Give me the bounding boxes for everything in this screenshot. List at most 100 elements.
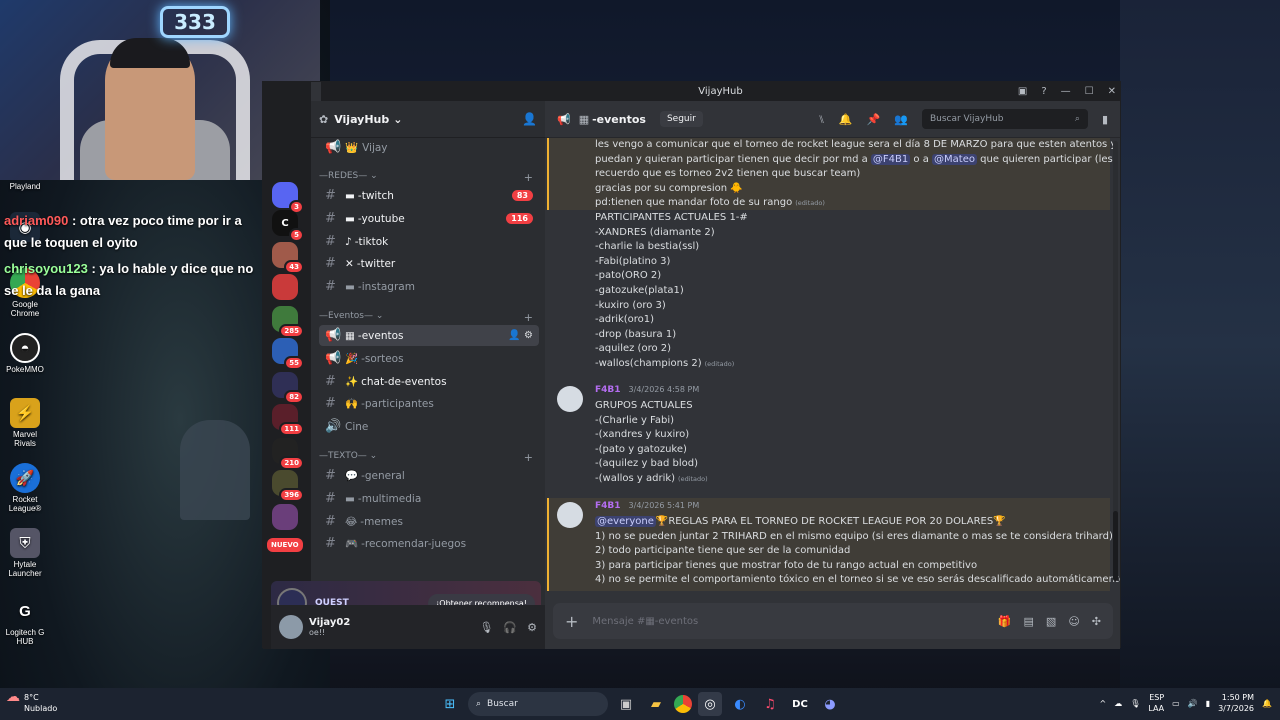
app-icon[interactable]: DC <box>788 692 812 716</box>
server-icon[interactable]: 3 <box>272 182 304 214</box>
channel-multimedia[interactable]: # ▬ -multimedia <box>319 488 539 509</box>
channel-settings-icon[interactable]: 👤 ⚙ <box>508 330 533 341</box>
server-icon[interactable]: 43 <box>272 242 304 274</box>
microphone-icon[interactable]: 🎙 <box>479 621 493 634</box>
everyone-mention[interactable]: @everyone <box>595 516 656 527</box>
server-icon[interactable]: C5 <box>272 210 304 242</box>
gif-icon[interactable]: ▤ <box>1024 615 1034 628</box>
battery-icon[interactable]: ▮ <box>1206 699 1210 708</box>
sticker-icon[interactable]: ▧ <box>1046 615 1056 628</box>
desktop-icon-marvel-rivals[interactable]: ⚡ Marvel Rivals <box>2 398 48 448</box>
server-header[interactable]: ✿ VijayHub ⌄ 👤 <box>311 101 545 138</box>
channel-sorteos[interactable]: 📢 🎉 -sorteos <box>319 348 539 369</box>
network-icon[interactable]: ▭ <box>1172 699 1180 708</box>
channel-vijay[interactable]: 📢 👑 Vijay <box>319 137 539 158</box>
avatar[interactable] <box>557 502 583 528</box>
taskbar-search[interactable]: ⌕ Buscar <box>468 692 608 716</box>
headphones-icon[interactable]: 🎧 <box>503 621 517 634</box>
windows-start-icon[interactable]: ⊞ <box>438 692 462 716</box>
task-view-icon[interactable]: ▣ <box>614 692 638 716</box>
message-composer[interactable]: + Mensaje #▦-eventos 🎁 ▤ ▧ ☺ ✣ <box>553 603 1113 639</box>
channel-tiktok[interactable]: # ♪ -tiktok <box>319 231 539 252</box>
server-icon[interactable]: 210 <box>272 438 304 470</box>
maximize-icon[interactable]: ☐ <box>1085 86 1094 97</box>
channel-memes[interactable]: # 😂 -memes <box>319 511 539 532</box>
message-input[interactable]: Mensaje #▦-eventos <box>592 616 698 627</box>
gift-icon[interactable]: 🎁 <box>998 615 1012 628</box>
user-mention[interactable]: @Mateo <box>932 153 977 165</box>
music-icon[interactable]: ♫ <box>758 692 782 716</box>
member-list-icon[interactable]: 👥 <box>894 113 908 126</box>
server-icon[interactable] <box>272 274 298 300</box>
language-indicator[interactable]: ESP LAA <box>1148 692 1164 714</box>
channel-twitch[interactable]: # ▬ -twitch 83 <box>319 185 539 206</box>
avatar[interactable] <box>557 386 583 412</box>
message-scrollbar[interactable] <box>1113 141 1118 581</box>
minimize-icon[interactable]: — <box>1061 86 1071 97</box>
desktop-icon-hytale[interactable]: ⛨ Hytale Launcher <box>2 528 48 578</box>
channel-cine[interactable]: 🔊 Cine <box>319 416 539 437</box>
user-info[interactable]: Vijay02 oe!! <box>309 617 350 637</box>
message-author[interactable]: F4B1 <box>595 385 621 395</box>
server-icon[interactable]: 82 <box>272 372 304 404</box>
pin-icon[interactable]: 📌 <box>867 113 881 126</box>
desktop-icon-playland[interactable]: Playland <box>2 182 48 191</box>
edge-icon[interactable]: ◐ <box>728 692 752 716</box>
channel-eventos[interactable]: 📢 ▦ -eventos 👤 ⚙ <box>319 325 539 346</box>
notification-icon[interactable]: 🔔 <box>1262 699 1272 708</box>
obs-icon[interactable]: ◎ <box>698 692 722 716</box>
desktop-icon-rocket-league[interactable]: 🚀 Rocket League® <box>2 463 48 513</box>
channel-general[interactable]: # 💬 -general <box>319 465 539 486</box>
clock[interactable]: 1:50 PM 3/7/2026 <box>1218 692 1254 714</box>
title-bar: VijayHub ▣ ? — ☐ ✕ <box>321 82 1120 101</box>
close-icon[interactable]: ✕ <box>1108 86 1116 97</box>
channel-emoji: 🙌 <box>345 398 359 410</box>
weather-widget[interactable]: ☁ 8°C Nublado <box>6 690 57 714</box>
help-icon[interactable]: ? <box>1041 86 1046 97</box>
search-input[interactable]: Buscar VijayHub ⌕ <box>921 109 1088 129</box>
mic-icon[interactable]: 🎙 <box>1130 699 1140 708</box>
user-mention[interactable]: @F4B1 <box>870 153 911 165</box>
server-icon[interactable] <box>272 504 298 530</box>
chrome-icon[interactable] <box>674 695 692 713</box>
settings-gear-icon[interactable]: ⚙ <box>527 621 537 634</box>
inbox-icon[interactable]: ▮ <box>1102 113 1108 126</box>
threads-icon[interactable]: ⑊ <box>818 113 825 126</box>
channel-youtube[interactable]: # ▬ -youtube 116 <box>319 208 539 229</box>
file-explorer-icon[interactable]: ▰ <box>644 692 668 716</box>
category-redes[interactable]: —REDES— ⌄ + <box>319 171 539 184</box>
apps-icon[interactable]: ✣ <box>1092 615 1101 628</box>
avatar[interactable] <box>279 615 303 639</box>
category-texto[interactable]: —TEXTO— ⌄ + <box>319 451 539 464</box>
follow-button[interactable]: Seguir <box>659 111 703 127</box>
attach-plus-icon[interactable]: + <box>565 612 578 631</box>
desktop-icon-logitech[interactable]: G Logitech G HUB <box>2 596 48 647</box>
message-author[interactable]: F4B1 <box>595 501 621 511</box>
category-eventos[interactable]: —Eventos— ⌄ + <box>319 311 539 324</box>
volume-icon[interactable]: 🔊 <box>1188 699 1198 708</box>
add-channel-icon[interactable]: + <box>524 311 533 324</box>
server-icon[interactable]: 396 <box>272 470 304 502</box>
channel-twitter[interactable]: # ✕ -twitter <box>319 253 539 274</box>
scrollbar-thumb[interactable] <box>1113 511 1118 581</box>
server-icon[interactable]: 55 <box>272 338 304 370</box>
desktop-icon-pokemmo[interactable]: ◓ PokeMMO <box>2 333 48 374</box>
cloud-icon[interactable]: ☁ <box>1114 699 1122 708</box>
inbox-icon[interactable]: ▣ <box>1018 86 1027 97</box>
channel-recomendar-juegos[interactable]: # 🎮 -recomendar-juegos <box>319 533 539 554</box>
add-channel-icon[interactable]: + <box>524 451 533 464</box>
channel-instagram[interactable]: # ▬ -instagram <box>319 276 539 297</box>
mention-badge: 111 <box>279 422 304 436</box>
chevron-up-icon[interactable]: ^ <box>1099 699 1106 708</box>
channel-participantes[interactable]: # 🙌 -participantes <box>319 393 539 414</box>
invite-icon[interactable]: 👤 <box>522 112 537 126</box>
message-text: -(wallos y adrik) <box>595 473 676 484</box>
notifications-bell-icon[interactable]: 🔔 <box>839 113 853 126</box>
channel-label: -tiktok <box>354 235 389 248</box>
channel-chat-de-eventos[interactable]: # ✨ chat-de-eventos <box>319 371 539 392</box>
server-icon[interactable]: 285 <box>272 306 304 338</box>
discord-icon[interactable]: ◕ <box>818 692 842 716</box>
server-icon[interactable]: 111 <box>272 404 304 436</box>
add-channel-icon[interactable]: + <box>524 171 533 184</box>
emoji-icon[interactable]: ☺ <box>1068 615 1079 628</box>
